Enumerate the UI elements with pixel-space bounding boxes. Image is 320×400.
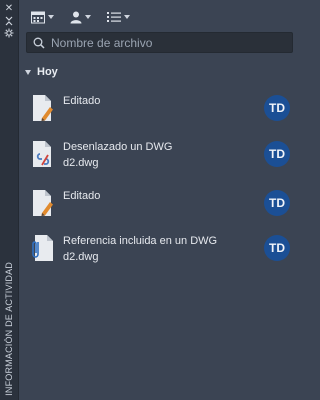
edited-document-icon [33, 190, 53, 216]
item-subtitle: d2.dwg [63, 157, 99, 169]
calendar-grid-icon [31, 11, 45, 23]
close-icon[interactable]: ✕ [0, 3, 18, 15]
view-options-button[interactable] [107, 11, 130, 23]
item-subtitle: d2.dwg [63, 251, 99, 263]
list-icon [107, 12, 121, 22]
user-icon [70, 11, 82, 23]
activity-item[interactable]: Editado TD [19, 90, 300, 130]
palette-title-text: INFORMACIÓN DE ACTIVIDAD [4, 262, 14, 396]
user-avatar[interactable]: TD [264, 141, 290, 167]
palette-side-strip: ✕ INFORMACIÓN DE ACTIVIDAD [0, 0, 19, 400]
user-filter-button[interactable] [70, 11, 91, 24]
item-title: Referencia incluida en un DWG [63, 235, 218, 247]
settings-gear-icon[interactable] [0, 27, 18, 39]
item-title: Editado [63, 190, 101, 202]
search-icon [33, 37, 45, 49]
user-avatar[interactable]: TD [264, 235, 290, 261]
detached-dwg-document-icon [33, 141, 51, 167]
user-avatar[interactable]: TD [264, 95, 290, 121]
reference-attached-document-icon [32, 235, 53, 261]
chevron-down-icon [48, 15, 54, 19]
toolbar [31, 8, 130, 26]
search-input[interactable] [45, 35, 292, 50]
date-filter-button[interactable] [31, 11, 54, 24]
collapse-triangle-icon [25, 69, 31, 75]
edited-document-icon [33, 95, 53, 121]
item-title: Editado [63, 95, 101, 107]
group-label: Hoy [37, 66, 58, 78]
activity-item[interactable]: Editado TD [19, 185, 300, 225]
user-avatar[interactable]: TD [264, 190, 290, 216]
group-header-today[interactable]: Hoy [19, 63, 300, 81]
activity-panel: Hoy Editado TD Desenlazado un DWG d2.dwg… [19, 0, 300, 400]
activity-item[interactable]: Referencia incluida en un DWG d2.dwg TD [19, 230, 300, 270]
activity-item[interactable]: Desenlazado un DWG d2.dwg TD [19, 136, 300, 176]
item-title: Desenlazado un DWG [63, 141, 173, 153]
chevron-down-icon [85, 15, 91, 19]
search-box [26, 32, 293, 53]
chevron-down-icon [124, 15, 130, 19]
collapse-arrows-icon[interactable] [0, 15, 18, 27]
palette-title: INFORMACIÓN DE ACTIVIDAD [1, 256, 17, 396]
